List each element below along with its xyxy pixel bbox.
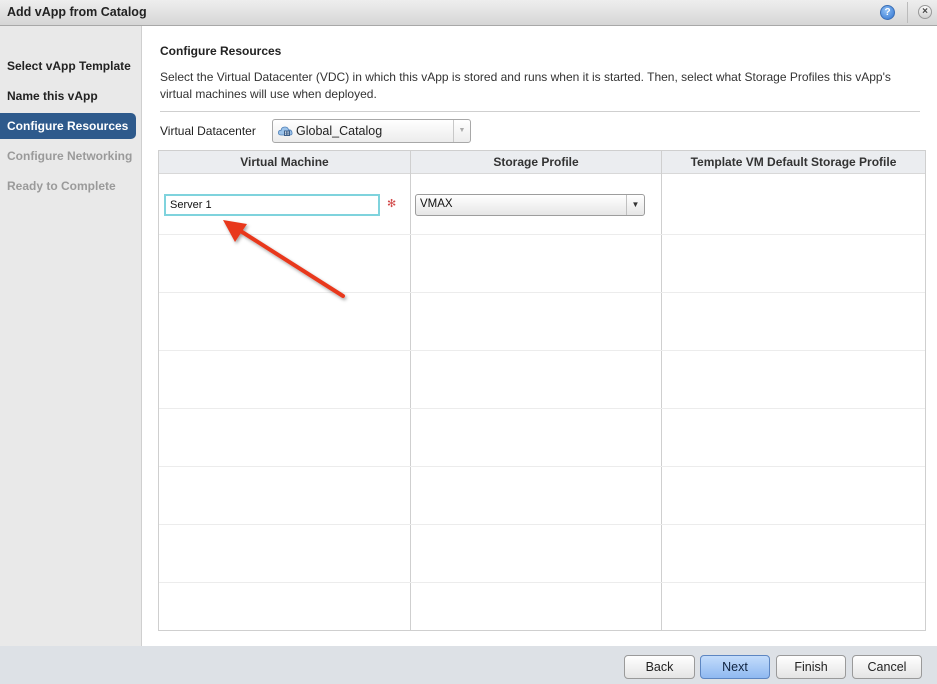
virtual-datacenter-select[interactable]: Global_Catalog ▼ bbox=[272, 119, 471, 143]
help-icon[interactable]: ? bbox=[880, 5, 895, 20]
column-divider bbox=[410, 151, 411, 630]
virtual-datacenter-value: Global_Catalog bbox=[296, 124, 383, 138]
annotation-arrow-icon bbox=[223, 220, 345, 298]
step-configure-resources[interactable]: Configure Resources bbox=[0, 113, 136, 139]
step-name-this-vapp[interactable]: Name this vApp bbox=[0, 83, 136, 109]
step-configure-networking: Configure Networking bbox=[7, 149, 133, 163]
column-header-template-default[interactable]: Template VM Default Storage Profile bbox=[662, 151, 925, 174]
column-header-storage-profile[interactable]: Storage Profile bbox=[411, 151, 661, 174]
section-divider bbox=[160, 111, 920, 112]
virtual-datacenter-label: Virtual Datacenter bbox=[160, 124, 256, 138]
chevron-down-icon[interactable]: ▼ bbox=[453, 120, 470, 142]
step-select-vapp-template[interactable]: Select vApp Template bbox=[0, 53, 136, 79]
wizard-steps-sidebar: Select vApp Template Name this vApp Conf… bbox=[0, 26, 142, 646]
column-header-virtual-machine[interactable]: Virtual Machine bbox=[159, 151, 410, 174]
page-description: Select the Virtual Datacenter (VDC) in w… bbox=[160, 70, 891, 101]
back-button[interactable]: Back bbox=[624, 655, 695, 679]
storage-profile-value: VMAX bbox=[420, 198, 453, 210]
required-icon: ✻ bbox=[387, 198, 397, 210]
chevron-down-icon[interactable]: ▼ bbox=[626, 195, 644, 215]
titlebar-divider bbox=[907, 2, 908, 23]
storage-profile-select[interactable]: VMAX ▼ bbox=[415, 194, 645, 216]
row-divider bbox=[159, 350, 925, 351]
cloud-datacenter-icon bbox=[278, 126, 293, 136]
finish-button[interactable]: Finish bbox=[776, 655, 846, 679]
row-divider bbox=[159, 466, 925, 467]
cancel-button[interactable]: Cancel bbox=[852, 655, 922, 679]
vm-name-input[interactable] bbox=[164, 194, 380, 216]
page-title: Configure Resources bbox=[160, 44, 282, 58]
step-ready-to-complete: Ready to Complete bbox=[7, 179, 116, 193]
title-bar: Add vApp from Catalog ? × bbox=[0, 0, 937, 26]
row-divider bbox=[159, 582, 925, 583]
main-panel: Configure Resources Select the Virtual D… bbox=[142, 26, 937, 646]
row-divider bbox=[159, 524, 925, 525]
window-title: Add vApp from Catalog bbox=[7, 5, 147, 19]
row-divider bbox=[159, 408, 925, 409]
next-button[interactable]: Next bbox=[700, 655, 770, 679]
column-divider bbox=[661, 151, 662, 630]
table-header: Virtual Machine Storage Profile Template… bbox=[159, 151, 925, 174]
close-icon[interactable]: × bbox=[918, 5, 932, 19]
